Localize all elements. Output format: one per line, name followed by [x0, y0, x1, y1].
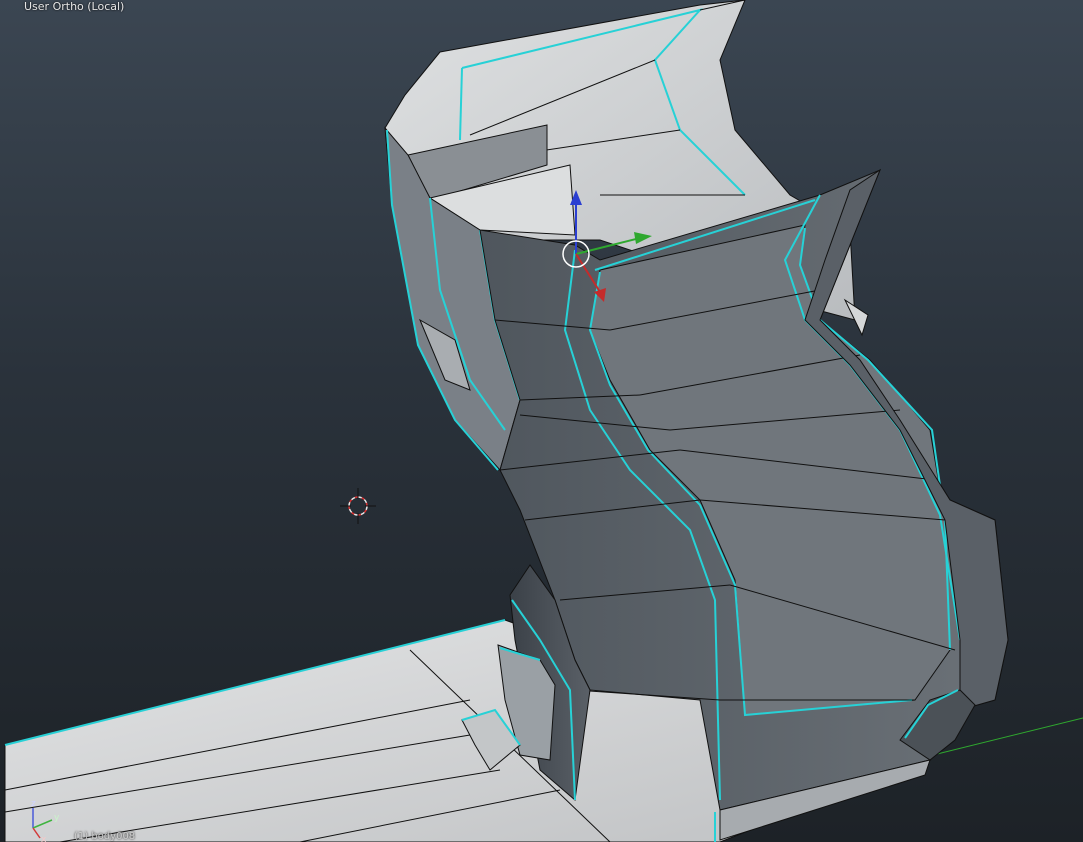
- axis-x-label: x: [41, 835, 47, 842]
- axis-z-label: z: [31, 799, 36, 809]
- active-object-label: (1) body008: [74, 831, 136, 842]
- mesh-scene[interactable]: z y x: [0, 0, 1083, 842]
- 3d-cursor-icon[interactable]: [340, 488, 376, 524]
- view-title: User Ortho (Local): [24, 0, 125, 13]
- 3d-viewport[interactable]: z y x User Ortho (Local) (1) body008: [0, 0, 1083, 842]
- axis-y-label: y: [54, 813, 60, 823]
